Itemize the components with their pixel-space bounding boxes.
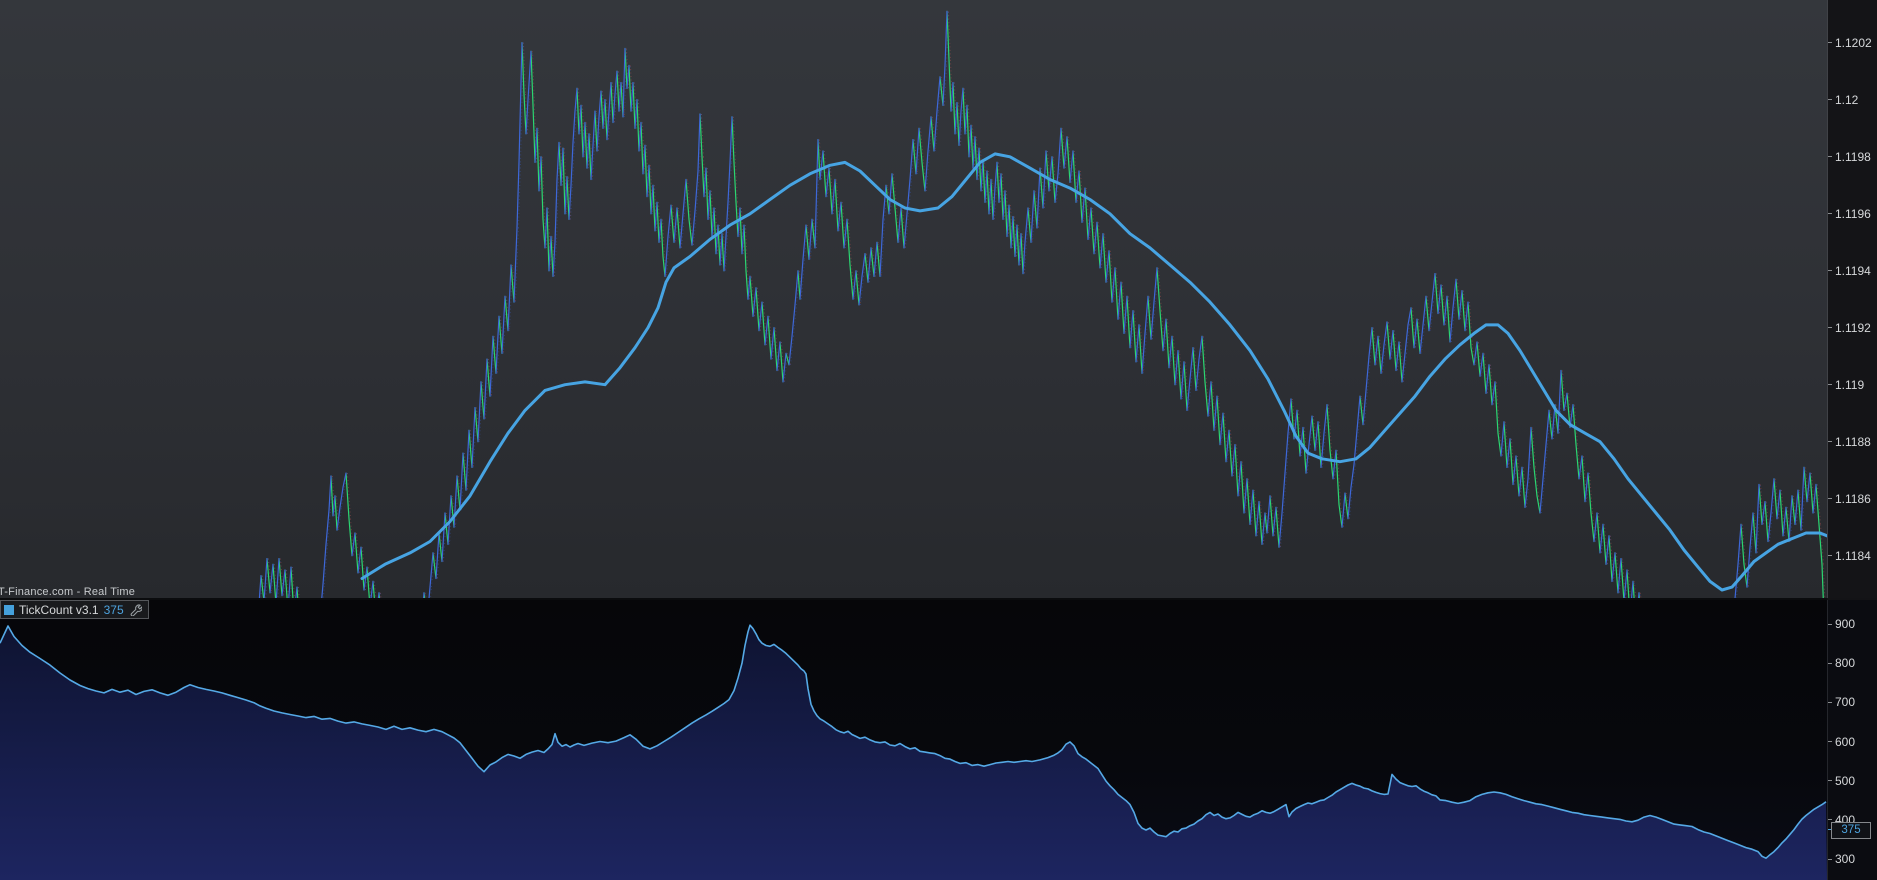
price-axis-label: 1.1198: [1835, 149, 1871, 164]
price-axis-tick: [1828, 270, 1832, 272]
price-axis-label: 1.12: [1835, 92, 1859, 107]
tickcount-chart-svg: [0, 624, 1827, 880]
tick-axis-label: 700: [1835, 695, 1856, 710]
moving-average-line: [360, 152, 1827, 592]
tickcount-panel[interactable]: TickCount v3.1 375: [0, 600, 1827, 880]
price-line-down: [260, 10, 1824, 598]
price-axis-tick: [1828, 441, 1832, 443]
tick-axis-label: 900: [1835, 617, 1856, 631]
indicator-value: 375: [103, 602, 124, 617]
price-axis-tick: [1828, 99, 1832, 101]
tickcount-area-fill: [0, 625, 1827, 880]
price-axis-tick: [1828, 498, 1832, 500]
price-axis-label: 1.1202: [1835, 35, 1872, 50]
price-axis-label: 1.1196: [1835, 206, 1871, 221]
tick-axis-label: 300: [1835, 852, 1856, 866]
price-axis-tick: [1828, 156, 1832, 158]
tick-axis-label: 500: [1835, 773, 1856, 788]
price-line-up: [258, 10, 1817, 598]
price-panel[interactable]: T-Finance.com - Real Time: [0, 0, 1827, 598]
price-axis-label: 1.1194: [1835, 263, 1871, 278]
indicator-swatch-icon: [4, 604, 14, 615]
tick-axis-tick: [1828, 662, 1832, 664]
indicator-legend[interactable]: TickCount v3.1 375: [0, 600, 149, 619]
price-chart-svg: [258, 10, 1827, 598]
tick-axis-label: 600: [1835, 734, 1856, 749]
price-axis-tick: [1828, 213, 1832, 215]
tick-axis-label: 800: [1835, 656, 1856, 671]
current-value-badge: 375: [1831, 821, 1871, 839]
tick-axis-tick: [1828, 819, 1832, 821]
price-axis-label: 1.1184: [1835, 548, 1871, 563]
tick-axis-tick: [1828, 701, 1832, 703]
panel-divider[interactable]: [0, 598, 1827, 600]
tick-axis-tick: [1828, 623, 1832, 625]
price-axis-label: 1.1188: [1835, 434, 1871, 449]
tick-axis-tick: [1828, 780, 1832, 782]
indicator-title: TickCount v3.1: [19, 602, 99, 617]
axis-column: 1.1202 1.12 1.1198 1.1196 1.1194 1.1192 1.119 1…: [1827, 0, 1877, 880]
tick-axis-tick: [1828, 858, 1832, 860]
price-axis-label: 1.1186: [1835, 491, 1871, 506]
price-axis-tick: [1828, 555, 1832, 557]
price-axis-tick: [1828, 42, 1832, 44]
price-axis-tick: [1828, 327, 1832, 329]
chart-window: T-Finance.com - Real Time TickCount v3.1…: [0, 0, 1877, 880]
price-axis-label: 1.1192: [1835, 320, 1871, 335]
watermark-text: T-Finance.com - Real Time: [0, 586, 136, 598]
tick-axis-tick: [1828, 741, 1832, 742]
price-axis[interactable]: 1.1202 1.12 1.1198 1.1196 1.1194 1.1192 1.119 1…: [1827, 0, 1877, 598]
price-axis-tick: [1828, 384, 1832, 386]
price-dotted-down: [262, 11, 1826, 598]
price-axis-label: 1.119: [1835, 377, 1865, 392]
tick-axis[interactable]: 900 800 700 600 500 400 300 375: [1827, 600, 1877, 880]
wrench-icon[interactable]: [129, 603, 142, 616]
price-dotted-up: [260, 11, 1818, 598]
